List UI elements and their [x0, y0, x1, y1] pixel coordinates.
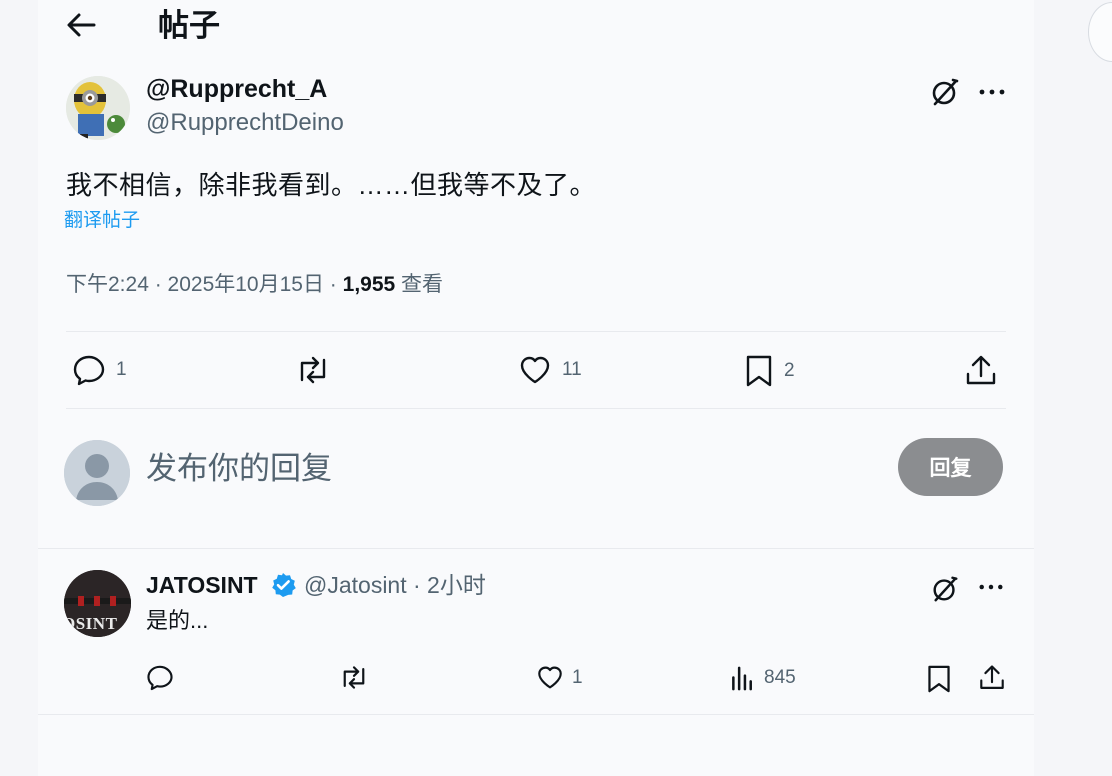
views-label: 查看	[395, 273, 444, 296]
divider	[38, 714, 1034, 715]
share-action[interactable]	[964, 354, 998, 388]
user-handle[interactable]: @RupprechtDeino	[146, 108, 344, 138]
comment-share-action[interactable]	[978, 664, 1006, 692]
share-icon	[964, 354, 998, 388]
back-button[interactable]	[64, 10, 98, 40]
post-text: 我不相信，除非我看到。……但我等不及了。	[66, 170, 597, 200]
more-horizontal-icon	[976, 574, 1006, 600]
heart-icon	[536, 664, 564, 691]
divider	[38, 548, 1034, 549]
like-count: 11	[562, 359, 582, 380]
bookmark-action[interactable]: 2	[744, 354, 795, 388]
comment-avatar-text: OSINT	[64, 614, 118, 633]
bookmark-count: 2	[784, 360, 795, 381]
comment-repost-action[interactable]	[338, 664, 378, 691]
post-timestamp[interactable]: 下午2:24 · 2025年10月15日 ·	[66, 273, 343, 296]
comment-views-count: 845	[764, 666, 796, 688]
comment-like-action[interactable]: 1	[536, 664, 583, 691]
comment-display-name[interactable]: JATOSINT	[146, 570, 258, 600]
comment-reply-action[interactable]	[146, 664, 182, 691]
translate-post-link[interactable]: 翻译帖子	[64, 208, 140, 234]
reply-action[interactable]: 1	[72, 354, 127, 386]
reply-button[interactable]: 回复	[898, 438, 1003, 496]
analytics-icon	[730, 664, 756, 691]
divider	[66, 331, 1006, 332]
arrow-left-icon	[64, 10, 98, 40]
reply-count: 1	[116, 359, 127, 380]
comment-avatar[interactable]: OSINT	[64, 570, 131, 637]
share-icon	[978, 664, 1006, 692]
page-title: 帖子	[158, 8, 220, 43]
grok-icon	[929, 76, 961, 108]
comment-views-action[interactable]: 845	[730, 664, 796, 691]
reply-input[interactable]	[146, 446, 846, 492]
post-meta: 下午2:24 · 2025年10月15日 · 1,955 查看	[66, 270, 443, 300]
repost-icon	[294, 354, 332, 386]
views-count: 1,955	[342, 273, 396, 296]
divider	[66, 408, 1006, 409]
repost-action[interactable]	[294, 354, 342, 386]
comment-handle-time[interactable]: @Jatosint · 2小时	[304, 570, 486, 600]
comment-bookmark-action[interactable]	[926, 664, 952, 694]
avatar[interactable]	[66, 76, 130, 140]
more-horizontal-icon	[976, 78, 1008, 106]
comment-more-button[interactable]	[976, 574, 1006, 600]
grok-icon	[930, 574, 960, 604]
comment-grok-button[interactable]	[930, 574, 960, 604]
more-options-button[interactable]	[976, 78, 1008, 106]
display-name[interactable]: @Rupprecht_A	[146, 74, 327, 104]
edge-overlay	[1088, 2, 1112, 62]
current-user-avatar	[64, 440, 130, 506]
comment-text: 是的...	[146, 608, 209, 633]
verified-badge-icon	[270, 572, 296, 598]
like-action[interactable]: 11	[518, 354, 582, 386]
comment-like-count: 1	[572, 666, 583, 688]
bookmark-icon	[926, 664, 952, 694]
bookmark-icon	[744, 354, 774, 388]
heart-icon	[518, 354, 552, 386]
reply-icon	[146, 664, 174, 691]
reply-icon	[72, 354, 106, 386]
grok-button[interactable]	[929, 76, 961, 108]
repost-icon	[338, 664, 370, 691]
